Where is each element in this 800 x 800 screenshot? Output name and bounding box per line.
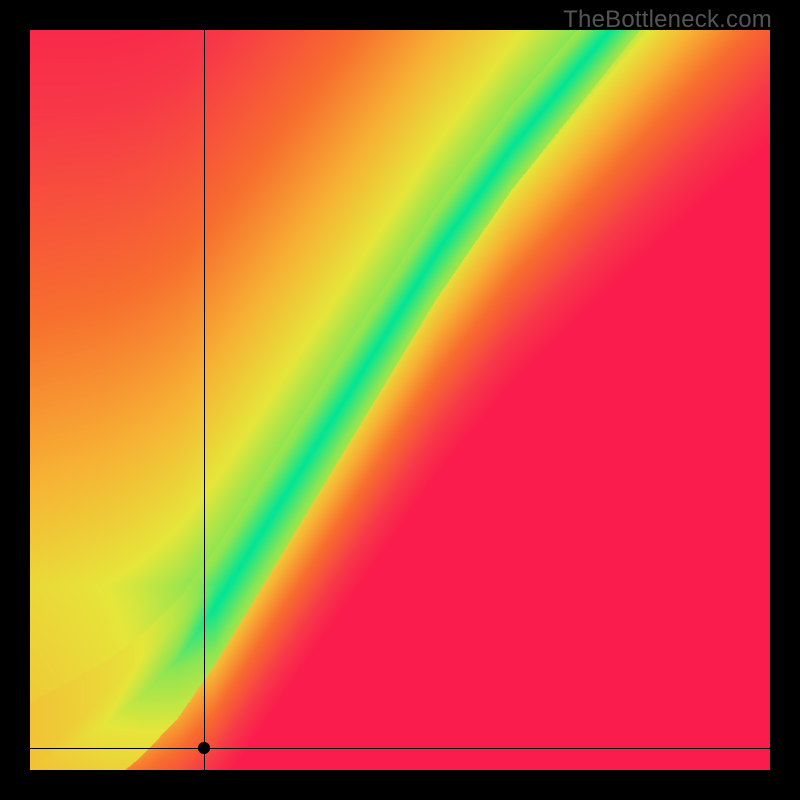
crosshair-vertical bbox=[204, 30, 205, 770]
chart-frame: TheBottleneck.com bbox=[0, 0, 800, 800]
crosshair-horizontal bbox=[30, 748, 770, 749]
watermark-text: TheBottleneck.com bbox=[563, 6, 772, 34]
marker-dot bbox=[198, 742, 210, 754]
heatmap-canvas bbox=[30, 30, 770, 770]
heatmap-area bbox=[30, 30, 770, 770]
